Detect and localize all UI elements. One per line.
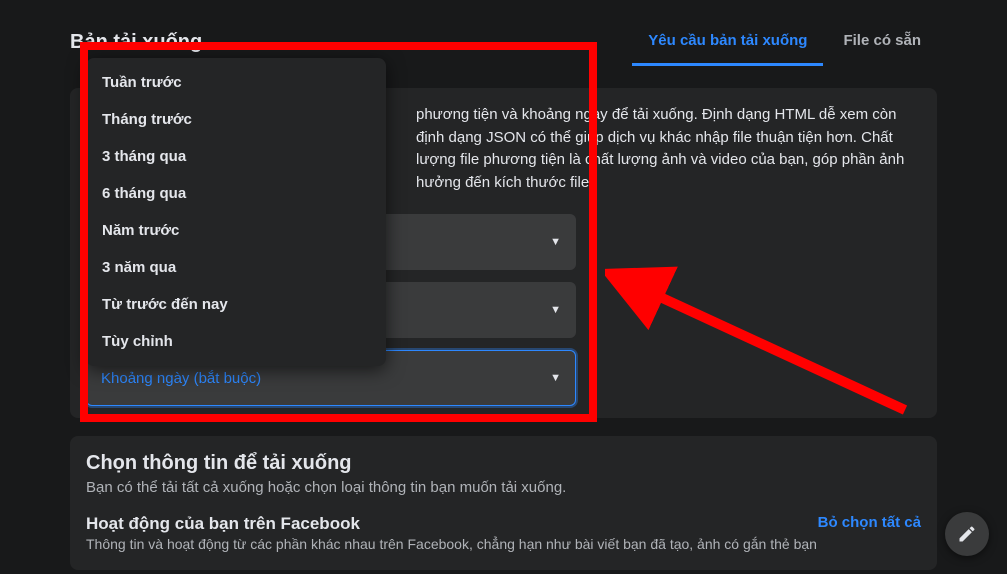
card-description: phương tiện và khoảng ngày để tải xuống.…: [416, 104, 921, 194]
tab-request-download[interactable]: Yêu cầu bản tải xuống: [632, 18, 823, 66]
deselect-all-link[interactable]: Bỏ chọn tất cả: [818, 514, 921, 531]
dropdown-item-3-months[interactable]: 3 tháng qua: [86, 138, 386, 175]
dropdown-item-last-month[interactable]: Tháng trước: [86, 101, 386, 138]
chevron-down-icon: ▼: [550, 372, 561, 384]
activity-desc: Thông tin và hoạt động từ các phần khác …: [86, 536, 817, 552]
dropdown-item-6-months[interactable]: 6 tháng qua: [86, 175, 386, 212]
tab-available-file[interactable]: File có sẵn: [827, 18, 937, 66]
edit-fab-button[interactable]: [945, 512, 989, 556]
dropdown-item-last-week[interactable]: Tuần trước: [86, 64, 386, 101]
tab-bar: Yêu cầu bản tải xuống File có sẵn: [632, 18, 937, 66]
pencil-icon: [957, 524, 977, 544]
select-info-title: Chọn thông tin để tải xuống: [86, 452, 921, 475]
activity-title: Hoạt động của bạn trên Facebook: [86, 514, 817, 534]
date-range-dropdown: Tuần trước Tháng trước 3 tháng qua 6 thá…: [86, 58, 386, 366]
date-range-label: Khoảng ngày (bắt buộc): [101, 370, 261, 387]
dropdown-item-custom[interactable]: Tùy chỉnh: [86, 323, 386, 360]
dropdown-item-all-time[interactable]: Từ trước đến nay: [86, 286, 386, 323]
chevron-down-icon: ▼: [550, 236, 561, 248]
dropdown-item-last-year[interactable]: Năm trước: [86, 212, 386, 249]
select-info-card: Chọn thông tin để tải xuống Bạn có thể t…: [70, 436, 937, 570]
chevron-down-icon: ▼: [550, 304, 561, 316]
dropdown-item-3-years[interactable]: 3 năm qua: [86, 249, 386, 286]
select-info-desc: Bạn có thể tải tất cả xuống hoặc chọn lo…: [86, 479, 921, 496]
page-title: Bản tải xuống: [70, 31, 202, 54]
